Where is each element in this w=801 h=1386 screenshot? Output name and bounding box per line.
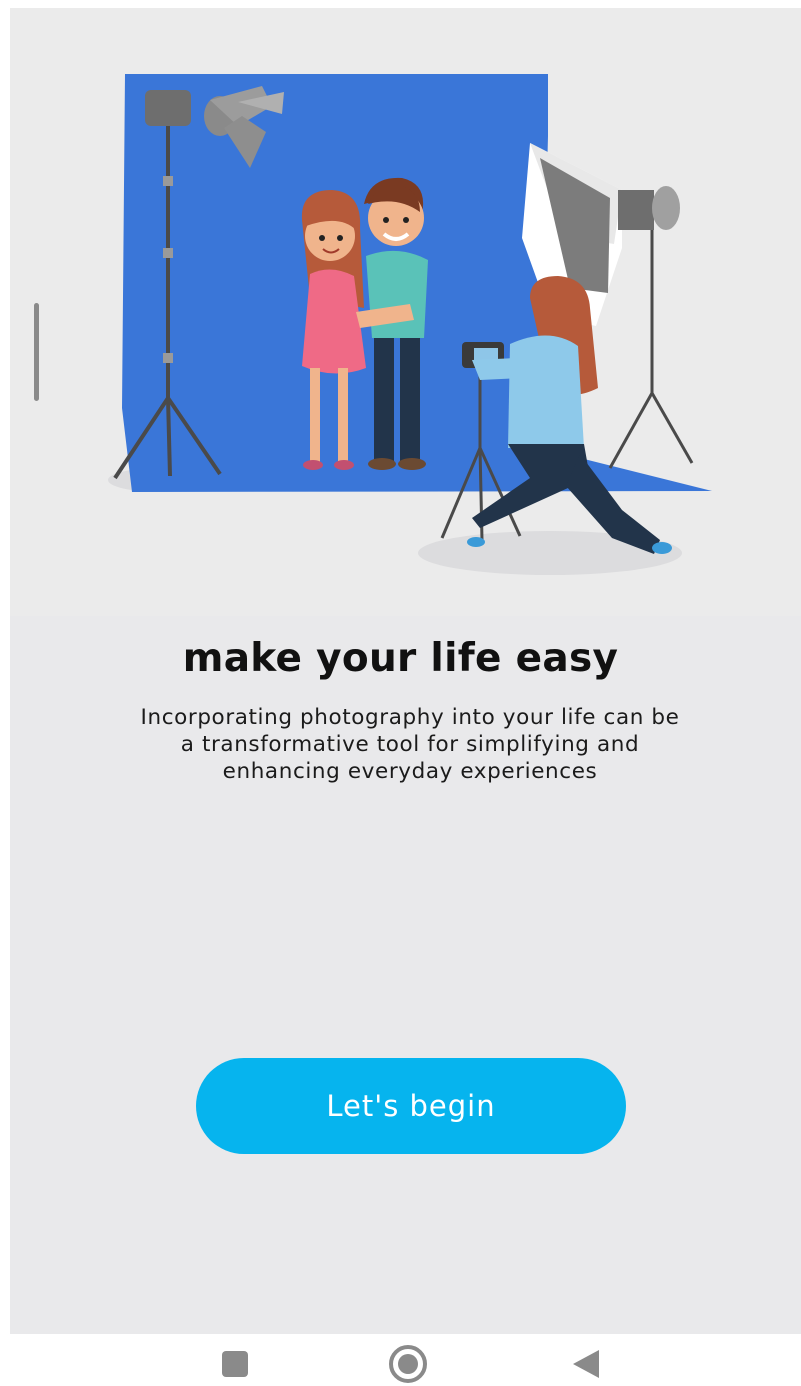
circle-icon[interactable]	[388, 1344, 428, 1384]
onboarding-title: make your life easy	[182, 636, 619, 681]
system-navigation-bar	[0, 1334, 801, 1386]
onboarding-description: Incorporating photography into your life…	[140, 705, 680, 784]
lets-begin-button[interactable]: Let's begin	[196, 1058, 626, 1154]
square-icon[interactable]	[215, 1344, 255, 1384]
scroll-indicator	[34, 303, 39, 401]
triangle-back-icon[interactable]	[566, 1344, 606, 1384]
photo-studio-illustration	[10, 8, 801, 616]
